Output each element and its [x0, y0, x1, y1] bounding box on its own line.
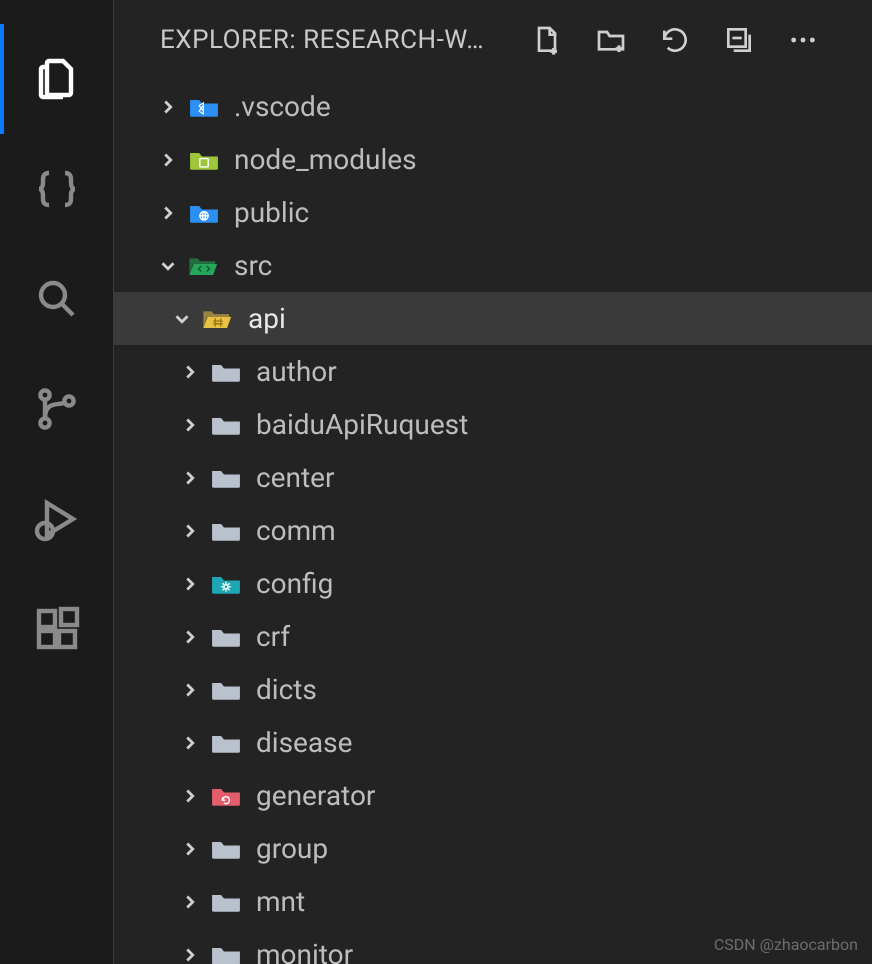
- chevron-right-icon[interactable]: [176, 464, 204, 492]
- tree-item-node-modules[interactable]: node_modules: [114, 133, 872, 186]
- new-folder-icon: [595, 24, 627, 56]
- search-icon: [33, 275, 81, 323]
- tree-item-baiduapiruquest[interactable]: baiduApiRuquest: [114, 398, 872, 451]
- folder-icon: [210, 462, 242, 494]
- tree-item-label: node_modules: [234, 143, 417, 176]
- chevron-right-icon[interactable]: [176, 623, 204, 651]
- tree-item-label: author: [256, 355, 337, 388]
- tree-item-src[interactable]: src: [114, 239, 872, 292]
- activity-search[interactable]: [0, 244, 114, 354]
- chevron-right-icon[interactable]: [176, 411, 204, 439]
- tree-item-api[interactable]: api: [114, 292, 872, 345]
- tree-item-label: center: [256, 461, 334, 494]
- folder-icon: [210, 409, 242, 441]
- tree-item-label: mnt: [256, 885, 305, 918]
- tree-item-mnt[interactable]: mnt: [114, 875, 872, 928]
- folder-icon: [210, 621, 242, 653]
- chevron-right-icon[interactable]: [154, 199, 182, 227]
- tree-item-config[interactable]: config: [114, 557, 872, 610]
- tree-item-label: api: [248, 302, 286, 335]
- folder-icon: [210, 568, 242, 600]
- braces-icon: [33, 165, 81, 213]
- explorer-title: EXPLORER: RESEARCH-W…: [160, 25, 530, 55]
- collapse-all-icon: [723, 24, 755, 56]
- explorer-sidebar: EXPLORER: RESEARCH-W…: [114, 0, 872, 964]
- chevron-right-icon[interactable]: [176, 676, 204, 704]
- source-control-icon: [33, 385, 81, 433]
- app-root: EXPLORER: RESEARCH-W…: [0, 0, 872, 964]
- new-file-button[interactable]: [530, 23, 564, 57]
- folder-icon: [210, 886, 242, 918]
- folder-icon: [188, 91, 220, 123]
- ellipsis-icon: [787, 24, 819, 56]
- tree-item-label: group: [256, 832, 328, 865]
- tree-item-dicts[interactable]: dicts: [114, 663, 872, 716]
- chevron-right-icon[interactable]: [176, 888, 204, 916]
- tree-item-label: monitor: [256, 938, 353, 964]
- tree-item-crf[interactable]: crf: [114, 610, 872, 663]
- chevron-right-icon[interactable]: [176, 835, 204, 863]
- activity-bar: [0, 0, 114, 964]
- tree-item-author[interactable]: author: [114, 345, 872, 398]
- tree-item-label: config: [256, 567, 333, 600]
- refresh-icon: [659, 24, 691, 56]
- folder-icon: [188, 144, 220, 176]
- chevron-down-icon[interactable]: [168, 305, 196, 333]
- tree-item-center[interactable]: center: [114, 451, 872, 504]
- chevron-right-icon[interactable]: [176, 517, 204, 545]
- collapse-all-button[interactable]: [722, 23, 756, 57]
- new-file-icon: [531, 24, 563, 56]
- tree-item-label: generator: [256, 779, 375, 812]
- extensions-icon: [33, 605, 81, 653]
- folder-icon: [188, 250, 220, 282]
- run-debug-icon: [33, 495, 81, 543]
- file-tree[interactable]: .vscode node_modulespublic src api author bai…: [114, 80, 872, 964]
- activity-debug[interactable]: [0, 464, 114, 574]
- new-folder-button[interactable]: [594, 23, 628, 57]
- chevron-right-icon[interactable]: [176, 358, 204, 386]
- activity-extensions[interactable]: [0, 574, 114, 684]
- chevron-right-icon[interactable]: [154, 93, 182, 121]
- tree-item-monitor[interactable]: monitor: [114, 928, 872, 964]
- chevron-right-icon[interactable]: [176, 941, 204, 964]
- tree-item-label: baiduApiRuquest: [256, 408, 468, 441]
- folder-icon: [210, 780, 242, 812]
- folder-icon: [202, 303, 234, 335]
- activity-json[interactable]: [0, 134, 114, 244]
- tree-item-label: crf: [256, 620, 290, 653]
- more-actions-button[interactable]: [786, 23, 820, 57]
- chevron-right-icon[interactable]: [176, 782, 204, 810]
- refresh-button[interactable]: [658, 23, 692, 57]
- tree-item-generator[interactable]: generator: [114, 769, 872, 822]
- tree-item-label: disease: [256, 726, 352, 759]
- tree-item-comm[interactable]: comm: [114, 504, 872, 557]
- tree-item-public[interactable]: public: [114, 186, 872, 239]
- chevron-right-icon[interactable]: [154, 146, 182, 174]
- chevron-right-icon[interactable]: [176, 570, 204, 598]
- chevron-down-icon[interactable]: [154, 252, 182, 280]
- tree-item-group[interactable]: group: [114, 822, 872, 875]
- folder-icon: [210, 833, 242, 865]
- tree-item-label: dicts: [256, 673, 317, 706]
- tree-item-label: public: [234, 196, 309, 229]
- tree-item-disease[interactable]: disease: [114, 716, 872, 769]
- files-icon: [33, 55, 81, 103]
- folder-icon: [210, 515, 242, 547]
- tree-item-label: .vscode: [234, 90, 331, 123]
- activity-explorer[interactable]: [0, 24, 114, 134]
- tree-item-label: src: [234, 249, 272, 282]
- activity-scm[interactable]: [0, 354, 114, 464]
- folder-icon: [210, 727, 242, 759]
- folder-icon: [188, 197, 220, 229]
- folder-icon: [210, 939, 242, 964]
- folder-icon: [210, 674, 242, 706]
- tree-item--vscode[interactable]: .vscode: [114, 80, 872, 133]
- explorer-header: EXPLORER: RESEARCH-W…: [114, 0, 872, 80]
- folder-icon: [210, 356, 242, 388]
- explorer-header-actions: [530, 23, 820, 57]
- tree-item-label: comm: [256, 514, 336, 547]
- chevron-right-icon[interactable]: [176, 729, 204, 757]
